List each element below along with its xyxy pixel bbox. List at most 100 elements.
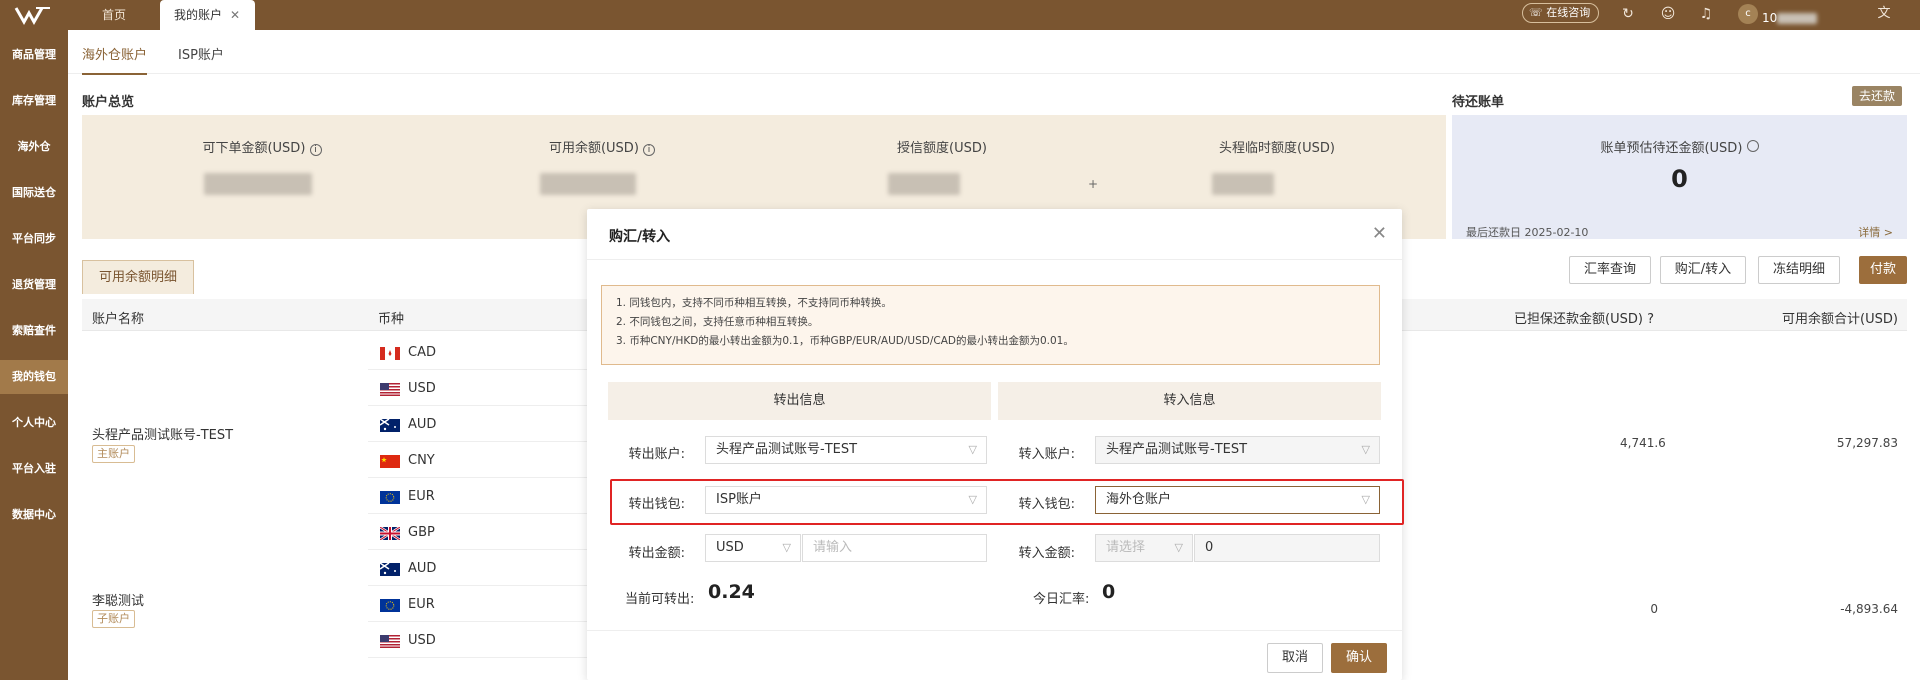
- in-account-select: 头程产品测试账号-TEST ▽: [1095, 436, 1380, 464]
- available-out-label: 当前可转出:: [625, 592, 695, 607]
- info-icon[interactable]: [1746, 140, 1759, 152]
- in-currency-select: 请选择 ▽: [1095, 534, 1193, 562]
- flag-us-icon: [380, 383, 400, 396]
- online-consult-button[interactable]: ☏ 在线咨询: [1522, 3, 1600, 23]
- chat-icon: ☏: [1529, 6, 1543, 19]
- currency-code: CNY: [408, 453, 435, 468]
- sidebar-item-platform-join[interactable]: 平台入驻: [0, 452, 68, 486]
- refresh-icon[interactable]: ↻: [1620, 6, 1636, 22]
- sidebar-item-inventory[interactable]: 库存管理: [0, 84, 68, 118]
- currency-code: EUR: [408, 597, 435, 612]
- currency-code: USD: [408, 633, 436, 648]
- col-total: 可用余额合计(USD): [1782, 312, 1898, 327]
- total-available: 57,297.83: [1836, 436, 1898, 450]
- close-icon[interactable]: ✕: [1372, 223, 1387, 244]
- sidebar-item-overseas-warehouse[interactable]: 海外仓: [0, 130, 68, 164]
- notice-line: 1. 同钱包内，支持不同币种相互转换，不支持同币种转换。: [616, 297, 892, 309]
- info-icon[interactable]: i: [309, 144, 322, 156]
- pay-button[interactable]: 付款: [1859, 256, 1907, 284]
- repay-button[interactable]: 去还款: [1852, 86, 1903, 106]
- sidebar-item-intl-delivery[interactable]: 国际送仓: [0, 176, 68, 210]
- tab-home[interactable]: 首页: [88, 0, 140, 30]
- user-id-prefix: 10: [1762, 11, 1778, 25]
- sidebar-item-wallet[interactable]: 我的钱包: [0, 360, 68, 394]
- currency-code: AUD: [408, 417, 437, 432]
- in-info-header: 转入信息: [998, 382, 1381, 420]
- sidebar-item-label: 个人中心: [12, 416, 56, 429]
- sidebar-item-label: 平台同步: [12, 232, 56, 245]
- sidebar-item-label: 退货管理: [12, 278, 56, 291]
- sidebar-item-profile[interactable]: 个人中心: [0, 406, 68, 440]
- col-currency: 币种: [378, 312, 405, 327]
- out-amount-input[interactable]: 请输入: [802, 534, 987, 562]
- logo-icon[interactable]: [14, 4, 52, 26]
- sidebar-item-platform-sync[interactable]: 平台同步: [0, 222, 68, 256]
- currency-code: GBP: [408, 525, 435, 540]
- frozen-detail-button[interactable]: 冻结明细: [1758, 256, 1840, 284]
- out-account-value: 头程产品测试账号-TEST: [716, 442, 858, 457]
- tab-home-label: 首页: [102, 8, 127, 22]
- info-icon[interactable]: i: [643, 144, 656, 156]
- bell-icon[interactable]: ♫: [1698, 6, 1714, 22]
- tab-my-account-label: 我的账户: [174, 8, 223, 22]
- orderable-amount-label: 可下单金额(USD) i: [112, 137, 412, 156]
- sidebar-item-goods[interactable]: 商品管理: [0, 38, 68, 72]
- out-amount-placeholder: 请输入: [813, 540, 853, 555]
- available-balance-label: 可用余额(USD) i: [452, 137, 752, 156]
- sidebar-item-label: 数据中心: [12, 508, 56, 521]
- table-row: GBP: [368, 514, 588, 550]
- sidebar-item-label: 索赔查件: [12, 324, 56, 337]
- available-out-value: 0.24: [708, 581, 755, 603]
- orderable-amount-text: 可下单金额(USD): [202, 141, 306, 156]
- masked-temp-limit: [1212, 173, 1274, 195]
- sidebar-item-data-center[interactable]: 数据中心: [0, 498, 68, 532]
- help-icon[interactable]: ?: [1647, 312, 1654, 327]
- chevron-down-icon: ▽: [968, 443, 977, 456]
- in-amount-value: 0: [1205, 540, 1214, 555]
- flag-cn-icon: [380, 455, 400, 468]
- user-id[interactable]: 10: [1762, 11, 1818, 25]
- close-icon[interactable]: ✕: [230, 8, 240, 22]
- smile-icon[interactable]: ☺: [1660, 6, 1676, 22]
- flag-gb-icon: [380, 527, 400, 540]
- out-currency-select[interactable]: USD ▽: [705, 534, 801, 562]
- masked-orderable-amount: [204, 173, 312, 195]
- sidebar: 商品管理 库存管理 海外仓 国际送仓 平台同步 退货管理 索赔查件 我的钱包 个…: [0, 30, 68, 680]
- account-badge-sub: 子账户: [92, 610, 135, 628]
- account-subtabs: 海外仓账户 ISP账户: [68, 30, 1920, 75]
- last-repay-date: 最后还款日 2025-02-10: [1466, 226, 1589, 239]
- confirm-button[interactable]: 确认: [1331, 643, 1387, 673]
- avatar[interactable]: c: [1738, 4, 1758, 24]
- sidebar-item-returns[interactable]: 退货管理: [0, 268, 68, 302]
- currency-code: CAD: [408, 345, 436, 360]
- currency-code: AUD: [408, 561, 437, 576]
- guaranteed-amount: 0: [1650, 602, 1658, 616]
- sidebar-item-label: 国际送仓: [12, 186, 56, 199]
- flag-au-icon: [380, 563, 400, 576]
- masked-credit-limit: [888, 173, 960, 195]
- col-guaranteed-label: 已担保还款金额(USD): [1514, 312, 1643, 327]
- in-account-label: 转入账户:: [1018, 447, 1075, 462]
- plus-sign: +: [1088, 177, 1099, 191]
- sidebar-item-label: 海外仓: [17, 140, 51, 153]
- top-bar: 首页 我的账户 ✕ ☏ 在线咨询 ↻ ☺ ♫ c 10 文: [0, 0, 1920, 30]
- in-account-value: 头程产品测试账号-TEST: [1106, 442, 1248, 457]
- tab-overseas-account[interactable]: 海外仓账户: [82, 44, 148, 75]
- tab-available-balance-detail[interactable]: 可用余额明细: [82, 260, 194, 294]
- pending-bill-title: 待还账单: [1452, 95, 1505, 110]
- tab-isp-account[interactable]: ISP账户: [178, 44, 224, 73]
- flag-ca-icon: [380, 347, 400, 360]
- rate-value: 0: [1102, 581, 1116, 603]
- out-amount-label: 转出金额:: [628, 546, 685, 561]
- out-account-select[interactable]: 头程产品测试账号-TEST ▽: [705, 436, 987, 464]
- in-currency-placeholder: 请选择: [1106, 540, 1146, 555]
- exchange-rate-button[interactable]: 汇率查询: [1569, 256, 1651, 284]
- tab-my-account[interactable]: 我的账户 ✕: [160, 0, 255, 30]
- exchange-transfer-button[interactable]: 购汇/转入: [1660, 256, 1746, 284]
- translate-icon[interactable]: 文: [1876, 6, 1892, 22]
- sidebar-item-claims[interactable]: 索赔查件: [0, 314, 68, 348]
- account-badge-main: 主账户: [92, 445, 135, 463]
- cancel-button[interactable]: 取消: [1267, 643, 1323, 673]
- bill-detail-link[interactable]: 详情 >: [1858, 224, 1893, 240]
- rate-label: 今日汇率:: [1033, 592, 1090, 607]
